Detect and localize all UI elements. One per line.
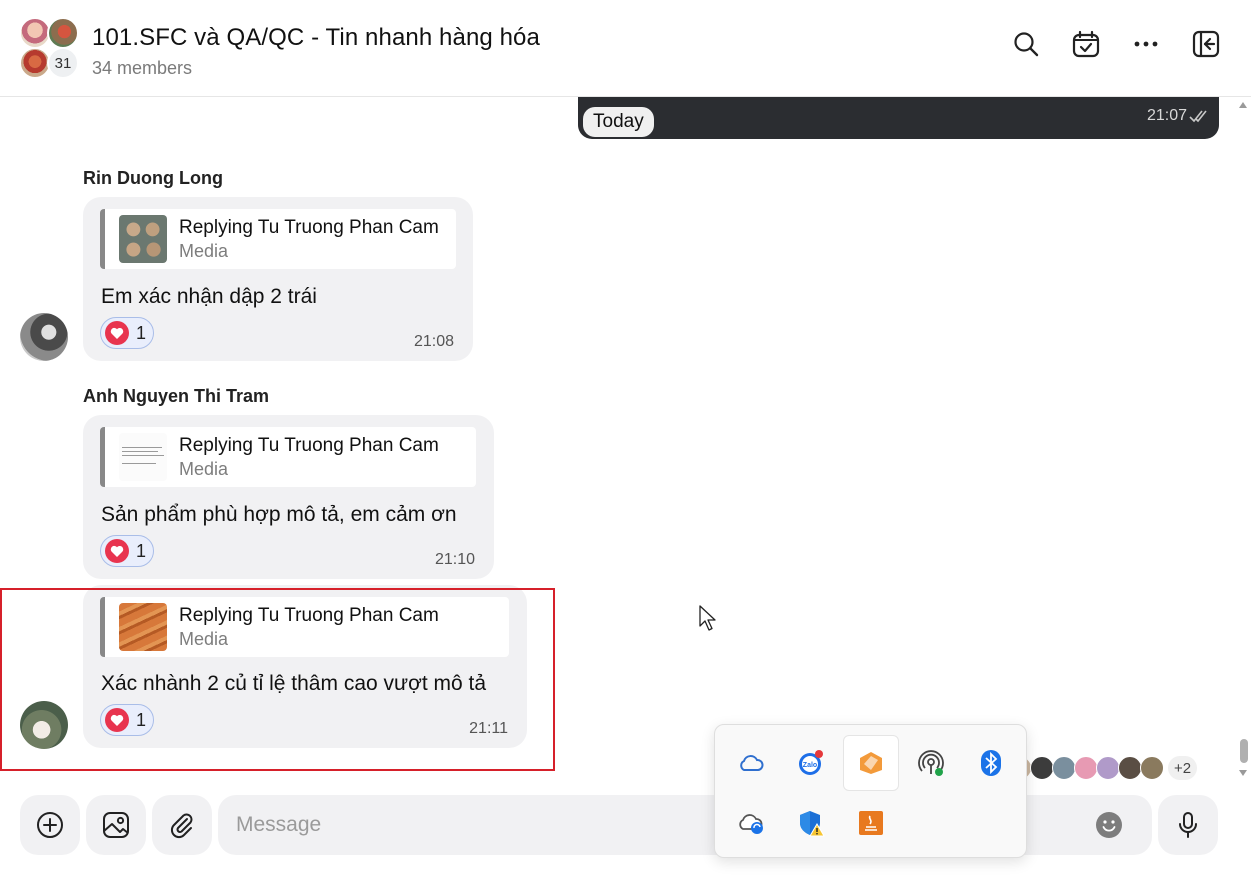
tray-item-cloud-sync[interactable] [723,795,779,851]
toggle-sidebar-button[interactable] [1188,26,1224,62]
attach-button[interactable] [152,795,212,855]
mouse-cursor-icon [699,605,716,631]
date-divider: Today [583,107,654,137]
message-list[interactable]: 21:07 Today Rin Duong Long Replying Tu T… [0,97,1251,787]
seen-avatar [1030,756,1054,780]
orange-app-icon [860,752,882,774]
scroll-up-arrow-icon[interactable] [1238,101,1248,109]
heart-icon [105,321,129,345]
group-avatar[interactable]: 31 [19,17,83,81]
java-icon [859,811,883,835]
double-check-icon [1189,110,1207,123]
tray-item-bluetooth[interactable] [963,735,1019,791]
seen-avatar [1118,756,1142,780]
tray-item-java[interactable] [843,795,899,851]
microphone-icon [1179,812,1197,838]
seen-avatar [1052,756,1076,780]
scroll-down-arrow-icon[interactable] [1238,769,1248,777]
calendar-button[interactable] [1068,26,1104,62]
group-title[interactable]: 101.SFC và QA/QC - Tin nhanh hàng hóa [92,24,540,52]
tray-item-app[interactable] [843,735,899,791]
seen-avatar [1074,756,1098,780]
onedrive-cloud-icon [740,755,764,771]
search-button[interactable] [1008,26,1044,62]
seen-by-avatars[interactable]: +2 [1008,754,1198,782]
reaction-badge[interactable]: 1 [100,317,154,349]
paperclip-icon [170,813,193,839]
message-text: Sản phẩm phù hợp mô tả, em cảm ơn [101,503,457,526]
security-shield-icon [800,811,825,837]
reply-thumbnail [119,215,167,263]
add-button[interactable] [20,795,80,855]
hotspot-icon [918,750,944,776]
sender-name[interactable]: Anh Nguyen Thi Tram [83,386,269,407]
heart-icon [105,539,129,563]
panel-toggle-icon [1192,30,1220,58]
message-time: 21:08 [413,333,454,350]
reply-title: Replying Tu Truong Phan Cam [179,217,439,238]
chat-header: 31 101.SFC và QA/QC - Tin nhanh hàng hóa… [0,0,1251,97]
image-button[interactable] [86,795,146,855]
member-avatar [47,17,79,49]
system-tray-overflow: Zalo [714,724,1027,858]
message-bubble[interactable]: Replying Tu Truong Phan Cam Media Sản ph… [83,415,494,579]
message-text: Em xác nhận dập 2 trái [101,285,317,308]
zalo-icon: Zalo [799,750,823,775]
bluetooth-icon [981,750,1001,776]
message-composer [0,787,1251,877]
scrollbar-thumb[interactable] [1240,739,1248,763]
seen-more-count[interactable]: +2 [1168,756,1198,780]
tray-item-hotspot[interactable] [903,735,959,791]
reply-quote[interactable]: Replying Tu Truong Phan Cam Media [100,209,456,269]
reaction-count: 1 [136,540,147,561]
more-options-button[interactable] [1128,26,1164,62]
tray-item-zalo[interactable]: Zalo [783,735,839,791]
message-time: 21:10 [434,551,475,568]
seen-avatar [1140,756,1164,780]
message-time: 21:07 [1146,107,1187,124]
voice-button[interactable] [1158,795,1218,855]
seen-avatar [1096,756,1120,780]
reply-title: Replying Tu Truong Phan Cam [179,435,439,456]
more-icon [1134,41,1158,47]
member-count[interactable]: 34 members [92,58,192,79]
image-icon [103,812,129,838]
search-icon [1014,32,1039,57]
calendar-check-icon [1072,30,1100,58]
svg-text:Zalo: Zalo [803,762,817,769]
plus-circle-icon [37,812,63,838]
avatar[interactable] [20,313,68,361]
message-bubble[interactable]: Replying Tu Truong Phan Cam Media Em xác… [83,197,473,361]
previous-message-bubble[interactable]: 21:07 [578,97,1219,139]
reaction-count: 1 [136,322,147,343]
chat-window: 31 101.SFC và QA/QC - Tin nhanh hàng hóa… [0,0,1251,877]
cloud-sync-icon [739,814,763,834]
reply-type: Media [179,241,229,261]
member-overflow-count: 31 [47,47,79,79]
reply-thumbnail [119,433,167,481]
tray-item-security[interactable] [783,795,839,851]
tray-item-onedrive[interactable] [723,735,779,791]
emoji-icon[interactable] [1096,812,1122,838]
reaction-badge[interactable]: 1 [100,535,154,567]
reply-quote[interactable]: Replying Tu Truong Phan Cam Media [100,427,476,487]
reply-type: Media [179,459,229,479]
highlight-box [0,588,555,771]
sender-name[interactable]: Rin Duong Long [83,168,223,189]
